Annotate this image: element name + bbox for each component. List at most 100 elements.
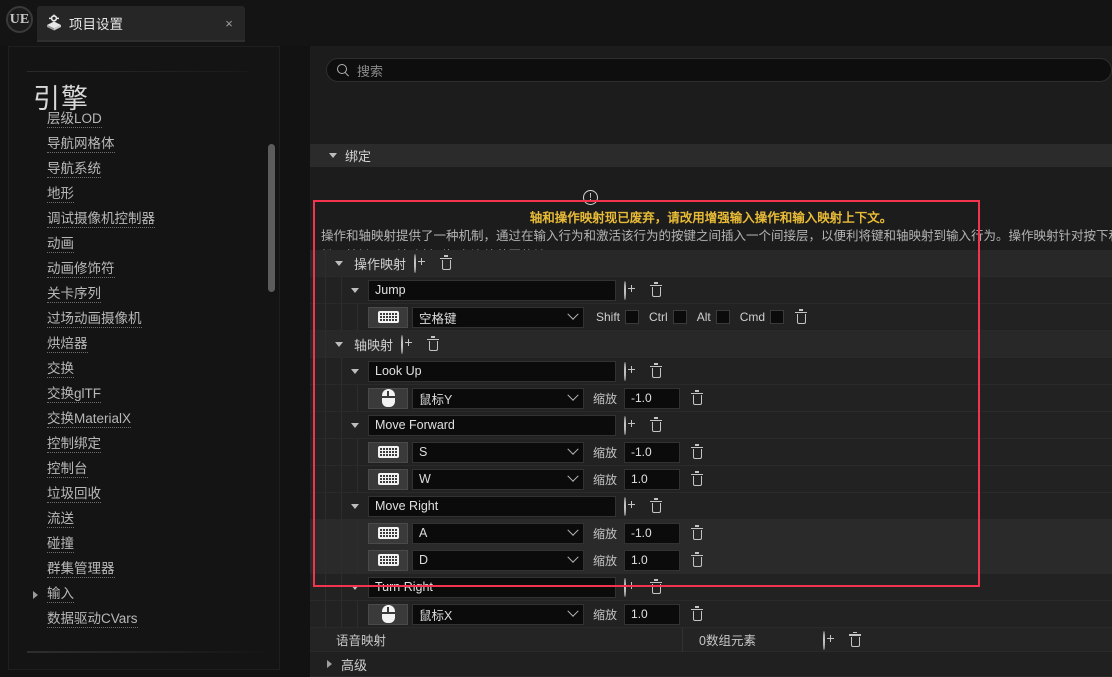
delete-binding-icon[interactable] (690, 552, 706, 568)
search-bar[interactable]: 搜索 (326, 58, 1112, 82)
delete-binding-icon[interactable] (690, 444, 706, 460)
chevron-down-toggle[interactable] (326, 341, 352, 347)
mouse-device-button[interactable] (368, 603, 408, 625)
key-dropdown[interactable]: W (412, 468, 584, 490)
delete-entry-icon[interactable] (649, 579, 665, 595)
binding-row[interactable]: A 缩放 -1.0 (310, 519, 1112, 547)
mapping-entry-row[interactable]: Move Forward (310, 411, 1112, 439)
keyboard-device-button[interactable] (368, 549, 408, 571)
delete-speech-mapping-icon[interactable] (848, 631, 864, 648)
binding-row[interactable]: 空格键 Shift Ctrl Alt Cmd (310, 303, 1112, 331)
tab-project-settings[interactable]: 项目设置 × (37, 6, 245, 40)
delete-entry-icon[interactable] (649, 282, 665, 298)
modifier-checkbox-ctrl[interactable] (672, 310, 687, 324)
add-speech-mapping-icon[interactable] (823, 630, 839, 650)
scale-input[interactable]: 1.0 (624, 549, 681, 571)
mapping-entry-row[interactable]: Look Up (310, 357, 1112, 385)
delete-binding-icon[interactable] (690, 390, 706, 406)
keyboard-device-button[interactable] (368, 306, 408, 328)
group-action-mappings[interactable]: 操作映射 (310, 249, 1112, 277)
sidebar-item-7[interactable]: 关卡序列 (9, 282, 279, 307)
sidebar-item-9[interactable]: 烘焙器 (9, 332, 279, 357)
chevron-down-toggle[interactable] (342, 422, 368, 428)
scale-input[interactable]: -1.0 (624, 387, 681, 409)
mapping-name-input[interactable]: Move Forward (368, 414, 616, 436)
chevron-down-toggle[interactable] (326, 260, 352, 266)
mapping-name-input[interactable]: Turn Right (368, 576, 616, 598)
sidebar-scrollbar[interactable] (268, 109, 275, 639)
delete-entry-icon[interactable] (649, 417, 665, 433)
search-input[interactable]: 搜索 (357, 61, 383, 80)
key-dropdown[interactable]: 空格键 (412, 306, 584, 328)
keyboard-device-button[interactable] (368, 441, 408, 463)
sidebar-item-0[interactable]: 层级LOD (9, 107, 279, 132)
modifier-checkbox-alt[interactable] (715, 310, 730, 324)
add-mapping-icon[interactable] (414, 254, 430, 273)
delete-entry-icon[interactable] (649, 498, 665, 514)
sidebar-item-10[interactable]: 交换 (9, 357, 279, 382)
add-binding-icon[interactable] (624, 362, 640, 381)
key-dropdown[interactable]: 鼠标X (412, 603, 584, 625)
modifier-checkbox-cmd[interactable] (770, 310, 785, 324)
scale-input[interactable]: -1.0 (624, 522, 681, 544)
section-bindings-header[interactable]: 绑定 (310, 144, 1112, 167)
scale-input[interactable]: 1.0 (624, 603, 681, 625)
key-dropdown[interactable]: S (412, 441, 584, 463)
sidebar-scroll-thumb[interactable] (268, 144, 275, 292)
delete-binding-icon[interactable] (690, 525, 706, 541)
sidebar-item-13[interactable]: 控制绑定 (9, 432, 279, 457)
sidebar-item-17[interactable]: 碰撞 (9, 532, 279, 557)
chevron-down-toggle[interactable] (342, 287, 368, 293)
sidebar-item-12[interactable]: 交换MaterialX (9, 407, 279, 432)
sidebar-item-5[interactable]: 动画 (9, 232, 279, 257)
group-axis-mappings[interactable]: 轴映射 (310, 330, 1112, 358)
advanced-row[interactable]: 高级 (310, 652, 1112, 677)
mapping-entry-row[interactable]: Turn Right (310, 573, 1112, 601)
sidebar-item-2[interactable]: 导航系统 (9, 157, 279, 182)
delete-mapping-icon[interactable] (439, 255, 455, 271)
key-dropdown[interactable]: A (412, 522, 584, 544)
speech-mappings-row[interactable]: 语音映射 0数组元素 (310, 627, 1112, 652)
binding-row[interactable]: W 缩放 1.0 (310, 465, 1112, 493)
chevron-down-toggle[interactable] (342, 368, 368, 374)
close-icon[interactable]: × (221, 15, 237, 31)
mouse-device-button[interactable] (368, 387, 408, 409)
key-dropdown[interactable]: 鼠标Y (412, 387, 584, 409)
delete-mapping-icon[interactable] (426, 336, 442, 352)
chevron-down-toggle[interactable] (342, 584, 368, 590)
sidebar-item-14[interactable]: 控制台 (9, 457, 279, 482)
add-binding-icon[interactable] (624, 497, 640, 516)
key-dropdown[interactable]: D (412, 549, 584, 571)
chevron-down-toggle[interactable] (342, 503, 368, 509)
add-mapping-icon[interactable] (401, 335, 417, 354)
delete-binding-icon[interactable] (690, 471, 706, 487)
sidebar-item-20[interactable]: 数据驱动CVars (9, 607, 279, 632)
binding-row[interactable]: S 缩放 -1.0 (310, 438, 1112, 466)
sidebar-item-16[interactable]: 流送 (9, 507, 279, 532)
add-binding-icon[interactable] (624, 416, 640, 435)
sidebar-item-11[interactable]: 交换glTF (9, 382, 279, 407)
sidebar-item-1[interactable]: 导航网格体 (9, 132, 279, 157)
sidebar-item-18[interactable]: 群集管理器 (9, 557, 279, 582)
sidebar-item-3[interactable]: 地形 (9, 182, 279, 207)
mapping-name-input[interactable]: Jump (368, 279, 616, 301)
modifier-checkbox-shift[interactable] (625, 310, 640, 324)
add-binding-icon[interactable] (624, 578, 640, 597)
sidebar-item-4[interactable]: 调试摄像机控制器 (9, 207, 279, 232)
sidebar-item-6[interactable]: 动画修饰符 (9, 257, 279, 282)
sidebar-item-8[interactable]: 过场动画摄像机 (9, 307, 279, 332)
mapping-entry-row[interactable]: Move Right (310, 492, 1112, 520)
binding-row[interactable]: D 缩放 1.0 (310, 546, 1112, 574)
chevron-right-icon[interactable] (33, 590, 38, 599)
mapping-name-input[interactable]: Move Right (368, 495, 616, 517)
scale-input[interactable]: -1.0 (624, 441, 681, 463)
mapping-entry-row[interactable]: Jump (310, 276, 1112, 304)
scale-input[interactable]: 1.0 (624, 468, 681, 490)
mapping-name-input[interactable]: Look Up (368, 360, 616, 382)
delete-binding-icon[interactable] (690, 606, 706, 622)
delete-binding-icon[interactable] (794, 309, 810, 325)
sidebar-item-19[interactable]: 输入 (9, 582, 279, 607)
binding-row[interactable]: 鼠标X 缩放 1.0 (310, 600, 1112, 628)
delete-entry-icon[interactable] (649, 363, 665, 379)
binding-row[interactable]: 鼠标Y 缩放 -1.0 (310, 384, 1112, 412)
